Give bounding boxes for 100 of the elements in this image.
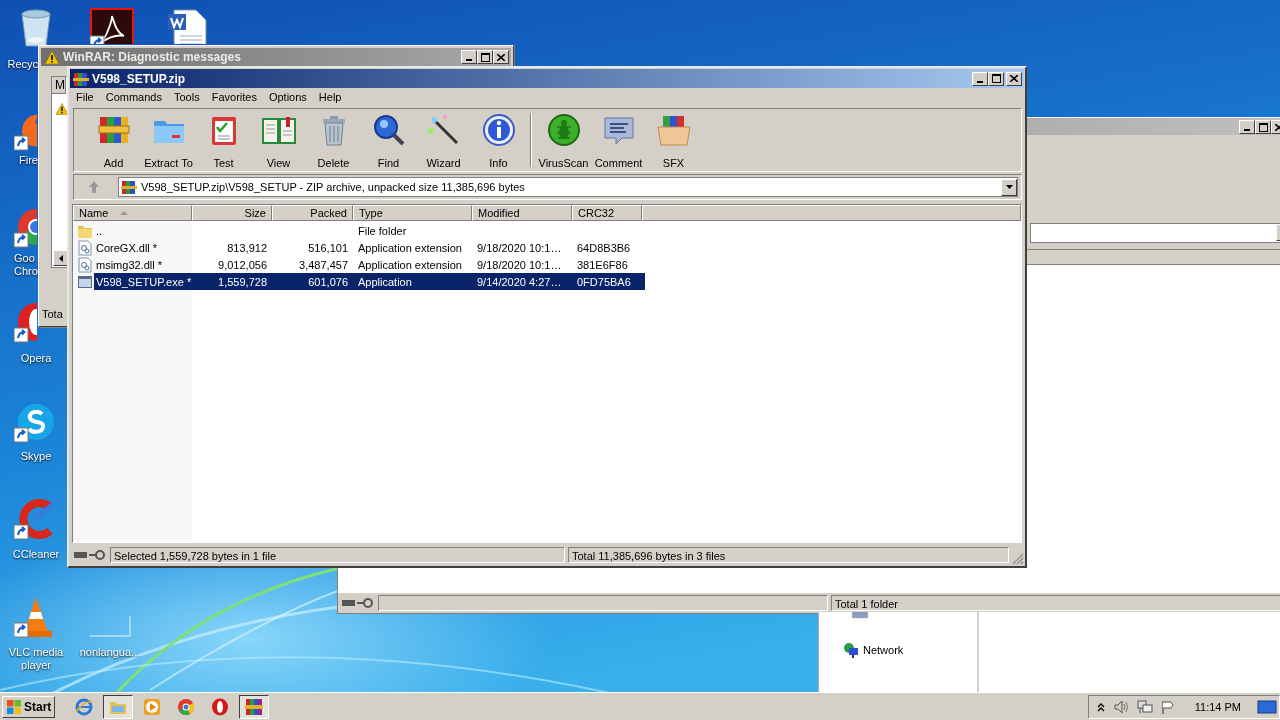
menu-item[interactable]: Help (315, 91, 348, 103)
chevron-up-icon[interactable] (1096, 702, 1105, 712)
books-icon (121, 179, 137, 195)
start-button[interactable]: Start (2, 696, 56, 718)
taskbar-button[interactable] (239, 695, 270, 719)
document-icon[interactable] (166, 8, 210, 44)
speaker-icon[interactable] (1112, 700, 1129, 714)
toolbar-button[interactable]: Info (471, 109, 526, 171)
column-header[interactable]: CRC32 (572, 205, 642, 221)
close-button[interactable] (1006, 71, 1022, 86)
dropdown-button[interactable] (1001, 178, 1017, 196)
menu-item[interactable]: File (73, 91, 100, 103)
toolbar-button[interactable]: VirusScan (536, 109, 591, 171)
info-icon (481, 113, 516, 147)
left-arrow-icon (58, 254, 63, 262)
toolbar-button[interactable]: Extract To (141, 109, 196, 171)
status-text: Tota (42, 308, 63, 320)
close-button[interactable] (493, 50, 509, 64)
toolbar-button[interactable]: SFX (646, 109, 701, 171)
maximize-button[interactable] (988, 71, 1004, 86)
column-header[interactable]: Modified (472, 205, 572, 221)
pdf-app-icon[interactable] (90, 8, 134, 44)
column-header[interactable]: M (52, 77, 66, 94)
nav-item[interactable]: Network (843, 642, 904, 658)
path-field[interactable]: V598_SETUP.zip\V598_SETUP - ZIP archive, unpacked size 11,385,696 bytes (118, 177, 1018, 197)
column-header[interactable]: Size (192, 205, 272, 221)
resize-grip[interactable] (1012, 553, 1024, 565)
minimize-button[interactable] (461, 50, 477, 64)
column-header[interactable]: Type (353, 205, 472, 221)
status-text: Total 1 folder (831, 595, 1280, 611)
window-title: WinRAR: Diagnostic messages (63, 50, 241, 64)
browser-icon (75, 698, 94, 716)
desktop-icon-label[interactable]: Recyc (0, 58, 38, 71)
toolbar-button[interactable]: Add (86, 109, 141, 171)
windows-logo-icon (6, 699, 22, 715)
table-cell-text: 9/18/2020 10:1… (476, 258, 563, 271)
table-cell-text: 3,487,457 (298, 258, 349, 271)
menu-item[interactable]: Options (265, 91, 313, 103)
address-field[interactable] (1030, 223, 1280, 243)
status-text: Total 11,385,696 bytes in 3 files (568, 547, 1009, 563)
minimize-button[interactable] (972, 71, 988, 86)
taskbar-button[interactable] (103, 695, 134, 719)
monitor-icon[interactable] (1257, 699, 1277, 715)
status-text: Selected 1,559,728 bytes in 1 file (110, 547, 565, 563)
close-icon (1275, 123, 1280, 131)
maximize-button[interactable] (1255, 120, 1271, 134)
column-header[interactable]: Packed (272, 205, 353, 221)
minimize-button[interactable] (1239, 120, 1255, 134)
toolbar-button[interactable]: Delete (306, 109, 361, 171)
file-name: V598_SETUP.exe * (95, 275, 192, 288)
file-name: CoreGX.dll * (95, 241, 159, 254)
clock[interactable]: 11:14 PM (1194, 701, 1241, 713)
toolbar-button[interactable]: Comment (591, 109, 646, 171)
bug-icon (546, 113, 581, 147)
table-cell-text: 516,101 (307, 241, 349, 254)
toolbar-button[interactable]: Test (196, 109, 251, 171)
file-row[interactable]: CoreGX.dll * 813,912 516,101 Application extension 9/18/2020 10:1… 64D8B3B6 (94, 239, 645, 256)
desktop-icon-label[interactable]: Fire (0, 154, 38, 167)
file-name: .. (95, 224, 104, 237)
desktop-icon-label[interactable]: Goo Chro (14, 252, 38, 278)
table-cell-text: 9,012,056 (217, 258, 268, 271)
sort-arrow-icon (120, 211, 129, 215)
file-row[interactable]: V598_SETUP.exe * 1,559,728 601,076 Application 9/14/2020 4:27… 0FD75BA6 (94, 273, 645, 290)
play-icon (143, 698, 162, 716)
desktop-icon-label[interactable]: Skype (6, 450, 66, 463)
network-icon (843, 642, 859, 658)
close-icon (497, 53, 505, 61)
caret-icon (1005, 185, 1013, 189)
column-header[interactable]: Name (73, 205, 192, 221)
table-cell-text: Application extension (357, 258, 463, 271)
gear-file-icon (77, 239, 93, 256)
wand-icon (426, 113, 461, 147)
file-row[interactable]: msimg32.dll * 9,012,056 3,487,457 Application extension 9/18/2020 10:1… 381E6F86 (94, 256, 645, 273)
status-icons (341, 597, 375, 609)
table-cell-text: Application extension (357, 241, 463, 254)
brush-icon[interactable] (14, 497, 58, 541)
file-row[interactable]: .. File folder (94, 222, 645, 239)
table-cell-text: 381E6F86 (576, 258, 629, 271)
table-cell-text: 813,912 (226, 241, 268, 254)
menu-item[interactable]: Favorites (208, 91, 263, 103)
chrome-icon (177, 698, 196, 716)
file-name: msimg32.dll * (95, 258, 164, 271)
maximize-button[interactable] (477, 50, 493, 64)
table-cell-text: 9/14/2020 4:27… (476, 275, 563, 288)
window-title: V598_SETUP.zip (92, 71, 186, 86)
desktop-icon-label[interactable]: Opera (6, 352, 66, 365)
table-cell-text: 9/18/2020 10:1… (476, 241, 563, 254)
search-icon (371, 113, 406, 147)
menu-item[interactable]: Tools (171, 91, 206, 103)
toolbar-button[interactable]: Wizard (416, 109, 471, 171)
network-icon[interactable] (1136, 700, 1153, 714)
menu-item[interactable]: Commands (102, 91, 168, 103)
books-icon (73, 70, 89, 87)
books-icon (245, 698, 264, 716)
opera-icon (211, 698, 230, 716)
warning-icon (45, 50, 59, 64)
toolbar-button[interactable]: Find (361, 109, 416, 171)
table-cell-text: 0FD75BA6 (576, 275, 632, 288)
toolbar-button[interactable]: View (251, 109, 306, 171)
table-cell-text: 64D8B3B6 (576, 241, 632, 254)
